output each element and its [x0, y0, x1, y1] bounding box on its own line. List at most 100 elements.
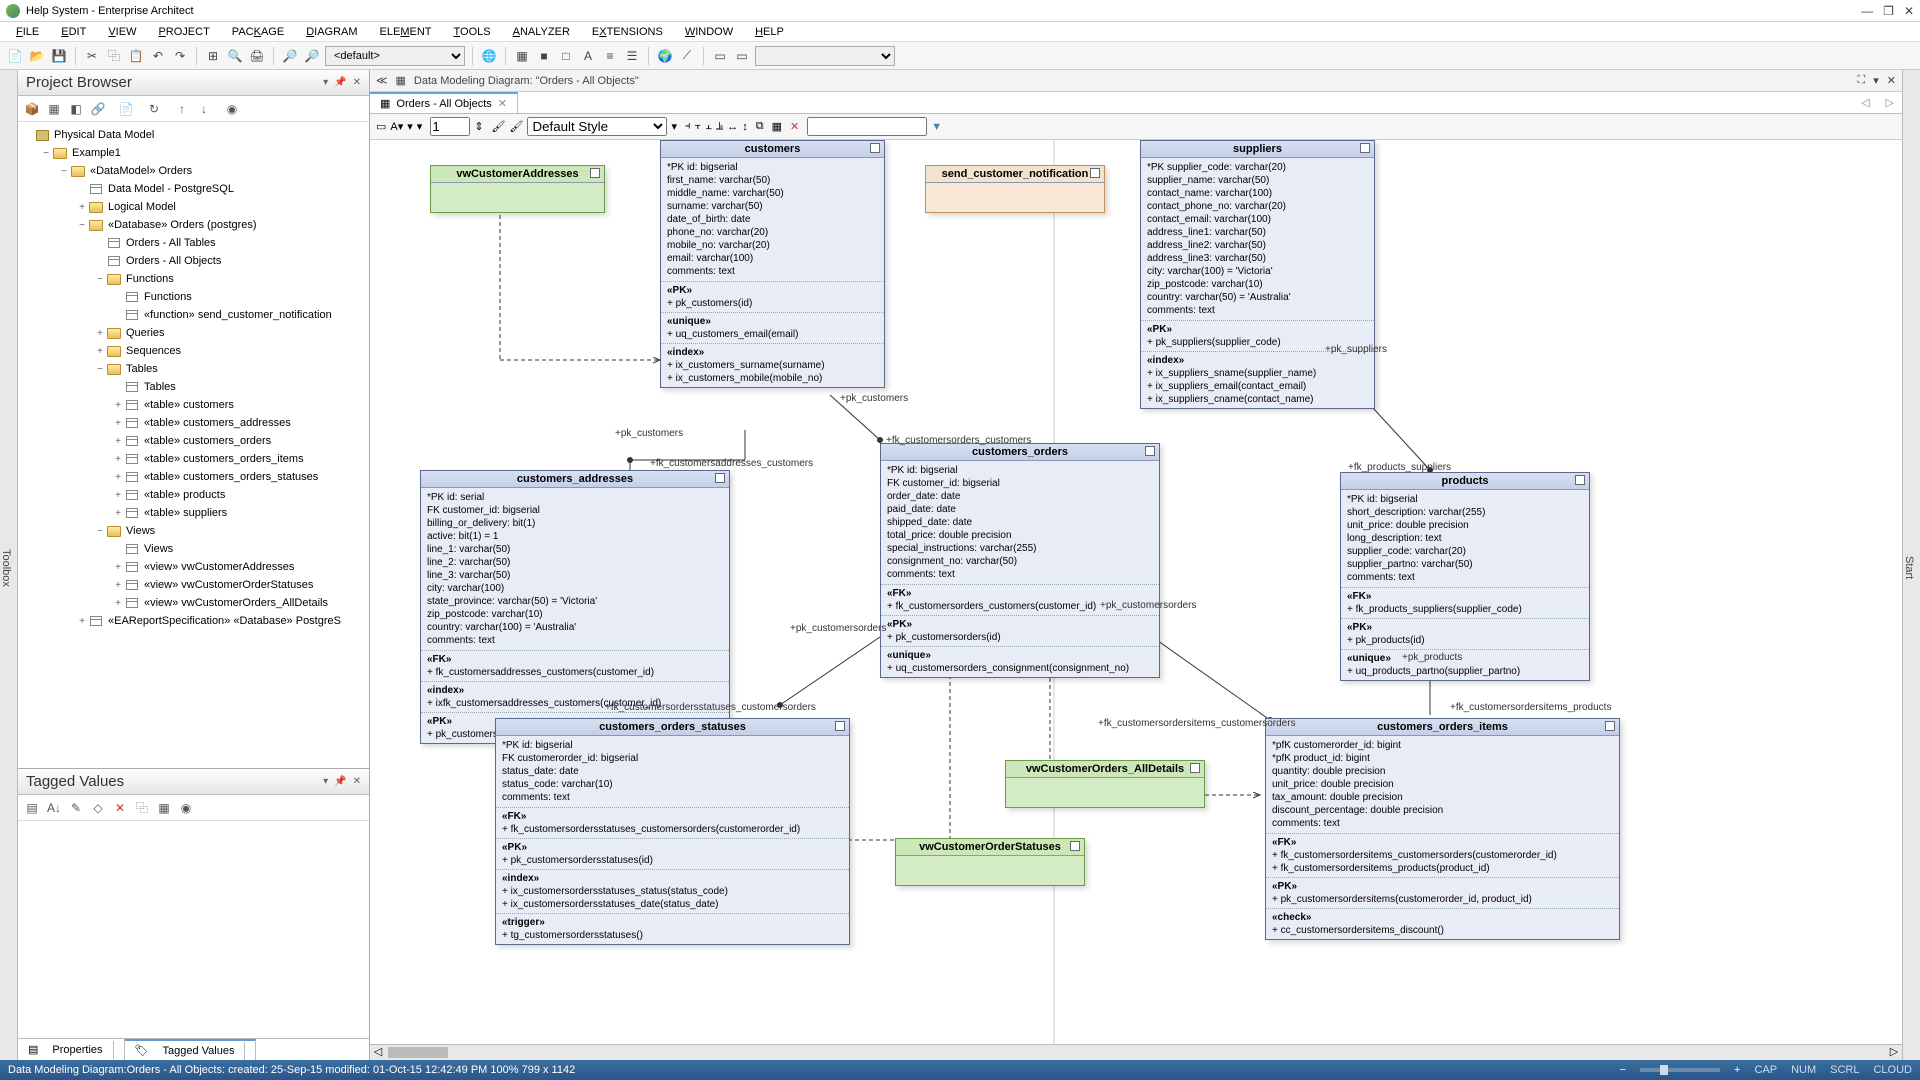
style-icon[interactable]: ▾: [417, 120, 423, 133]
menu-file[interactable]: FILE: [6, 24, 49, 40]
open-icon[interactable]: 📂: [28, 47, 46, 65]
up-icon[interactable]: ↑: [174, 101, 190, 117]
new-package-icon[interactable]: 📦: [24, 101, 40, 117]
tv-sort-icon[interactable]: A↓: [46, 800, 62, 816]
pin-icon[interactable]: 📌: [334, 77, 346, 88]
tree-item[interactable]: +Queries: [20, 324, 367, 342]
expand-icon[interactable]: ⛶: [1858, 74, 1866, 87]
filter-icon[interactable]: ▼: [931, 121, 942, 133]
menu-package[interactable]: PACKAGE: [222, 24, 294, 40]
entity-customers-orders-statuses[interactable]: customers_orders_statuses *PK id: bigser…: [495, 718, 850, 945]
locate-icon[interactable]: ▦: [396, 74, 406, 87]
entity-vw-order-statuses[interactable]: vwCustomerOrderStatuses: [895, 838, 1085, 886]
align-r-icon[interactable]: ⫟: [695, 120, 702, 133]
tv-copy-icon[interactable]: ⿻: [134, 800, 150, 816]
tv-dropdown-icon[interactable]: ▾: [323, 776, 328, 787]
menu-edit[interactable]: EDIT: [51, 24, 96, 40]
find-in-icon[interactable]: 🔎: [303, 47, 321, 65]
select-tool-icon[interactable]: ▭: [376, 120, 386, 133]
style-combo[interactable]: Default Style: [527, 117, 667, 136]
crumb-close-icon[interactable]: ✕: [1887, 74, 1896, 87]
tv-new-icon[interactable]: ◇: [90, 800, 106, 816]
entity-products[interactable]: products *PK id: bigserialshort_descript…: [1340, 472, 1590, 681]
project-tree[interactable]: Physical Data Model−Example1−«DataModel»…: [18, 122, 369, 768]
properties-tab[interactable]: ▤ Properties: [18, 1039, 125, 1060]
tv-pin-icon[interactable]: 📌: [334, 776, 346, 787]
tree-item[interactable]: «function» send_customer_notification: [20, 306, 367, 324]
dropdown-icon[interactable]: ▾: [323, 77, 328, 88]
tree-item[interactable]: Views: [20, 540, 367, 558]
menu-analyzer[interactable]: ANALYZER: [503, 24, 580, 40]
tv-edit-icon[interactable]: ✎: [68, 800, 84, 816]
tree-item[interactable]: +«view» vwCustomerOrderStatuses: [20, 576, 367, 594]
start-tab[interactable]: Start: [1902, 70, 1920, 1060]
entity-send-customer-notification[interactable]: send_customer_notification: [925, 165, 1105, 213]
tv-info-icon[interactable]: ◉: [178, 800, 194, 816]
align-h-icon[interactable]: ↔: [727, 121, 738, 133]
find-icon[interactable]: 🔎: [281, 47, 299, 65]
tree-item[interactable]: +«table» suppliers: [20, 504, 367, 522]
diagram-canvas[interactable]: vwCustomerAddresses send_customer_notifi…: [370, 140, 1902, 1044]
fill-black-icon[interactable]: ■: [535, 47, 553, 65]
refresh-icon[interactable]: ↻: [146, 101, 162, 117]
tree-item[interactable]: −Functions: [20, 270, 367, 288]
undo-icon[interactable]: ↶: [149, 47, 167, 65]
filter-input[interactable]: [807, 117, 927, 136]
entity-vw-all-details[interactable]: vwCustomerOrders_AllDetails: [1005, 760, 1205, 808]
zoom-in-icon[interactable]: +: [1734, 1064, 1740, 1076]
menu-element[interactable]: ELEMENT: [370, 24, 442, 40]
fill-white-icon[interactable]: □: [557, 47, 575, 65]
zoom-out-icon[interactable]: −: [1620, 1064, 1626, 1076]
link-icon[interactable]: 🔗: [90, 101, 106, 117]
menu-help[interactable]: HELP: [745, 24, 794, 40]
tree-item[interactable]: Orders - All Tables: [20, 234, 367, 252]
nav-next-icon[interactable]: ▷: [1878, 92, 1902, 113]
menu-tools[interactable]: TOOLS: [444, 24, 501, 40]
menu-window[interactable]: WINDOW: [675, 24, 743, 40]
stepper-icon[interactable]: ⇕: [474, 120, 483, 133]
down-icon[interactable]: ↓: [196, 101, 212, 117]
window2-icon[interactable]: ▭: [733, 47, 751, 65]
list-icon[interactable]: ☰: [623, 47, 641, 65]
tv-tool1-icon[interactable]: ▤: [24, 800, 40, 816]
combo2[interactable]: [755, 46, 895, 66]
brush-icon[interactable]: 🖌: [492, 120, 506, 133]
menu-diagram[interactable]: DIAGRAM: [296, 24, 367, 40]
tree-item[interactable]: +«view» vwCustomerAddresses: [20, 558, 367, 576]
new-element-icon[interactable]: ◧: [68, 101, 84, 117]
redo-icon[interactable]: ↷: [171, 47, 189, 65]
line-style-icon[interactable]: ≡: [601, 47, 619, 65]
tree-item[interactable]: −Example1: [20, 144, 367, 162]
tab-close-icon[interactable]: ✕: [498, 97, 507, 110]
tree-item[interactable]: +«table» customers_orders: [20, 432, 367, 450]
tv-matrix-icon[interactable]: ▦: [156, 800, 172, 816]
align-v-icon[interactable]: ↕: [742, 121, 748, 133]
size-icon[interactable]: ▾: [407, 120, 413, 133]
tree-item[interactable]: Data Model - PostgreSQL: [20, 180, 367, 198]
menu-extensions[interactable]: EXTENSIONS: [582, 24, 673, 40]
entity-vw-customer-addresses[interactable]: vwCustomerAddresses: [430, 165, 605, 213]
text-icon[interactable]: A: [579, 47, 597, 65]
maximize-button[interactable]: ❐: [1883, 4, 1894, 18]
tree-item[interactable]: Functions: [20, 288, 367, 306]
minimize-button[interactable]: —: [1861, 4, 1873, 18]
save-icon[interactable]: 💾: [50, 47, 68, 65]
tab-orders-all-objects[interactable]: ▦Orders - All Objects✕: [370, 92, 518, 113]
canvas-h-scrollbar[interactable]: ◁▷: [370, 1044, 1902, 1060]
align-b-icon[interactable]: ⫡: [716, 120, 723, 133]
tv-delete-icon[interactable]: ✕: [112, 800, 128, 816]
align-l-icon[interactable]: ⫞: [685, 120, 691, 133]
entity-customers-orders-items[interactable]: customers_orders_items *pfK customerorde…: [1265, 718, 1620, 940]
tree-item[interactable]: +«table» customers_orders_items: [20, 450, 367, 468]
tree-item[interactable]: Orders - All Objects: [20, 252, 367, 270]
layout-icon[interactable]: ▦: [772, 120, 782, 133]
del-icon[interactable]: ✕: [790, 120, 799, 133]
align-t-icon[interactable]: ⫠: [705, 120, 712, 133]
close-button[interactable]: ✕: [1904, 4, 1914, 18]
menu-view[interactable]: VIEW: [98, 24, 146, 40]
path-icon[interactable]: ⟋: [678, 47, 696, 65]
tree-item[interactable]: +«table» customers: [20, 396, 367, 414]
tree-item[interactable]: +«table» customers_orders_statuses: [20, 468, 367, 486]
globe-icon[interactable]: 🌐: [480, 47, 498, 65]
tree-item[interactable]: +Sequences: [20, 342, 367, 360]
